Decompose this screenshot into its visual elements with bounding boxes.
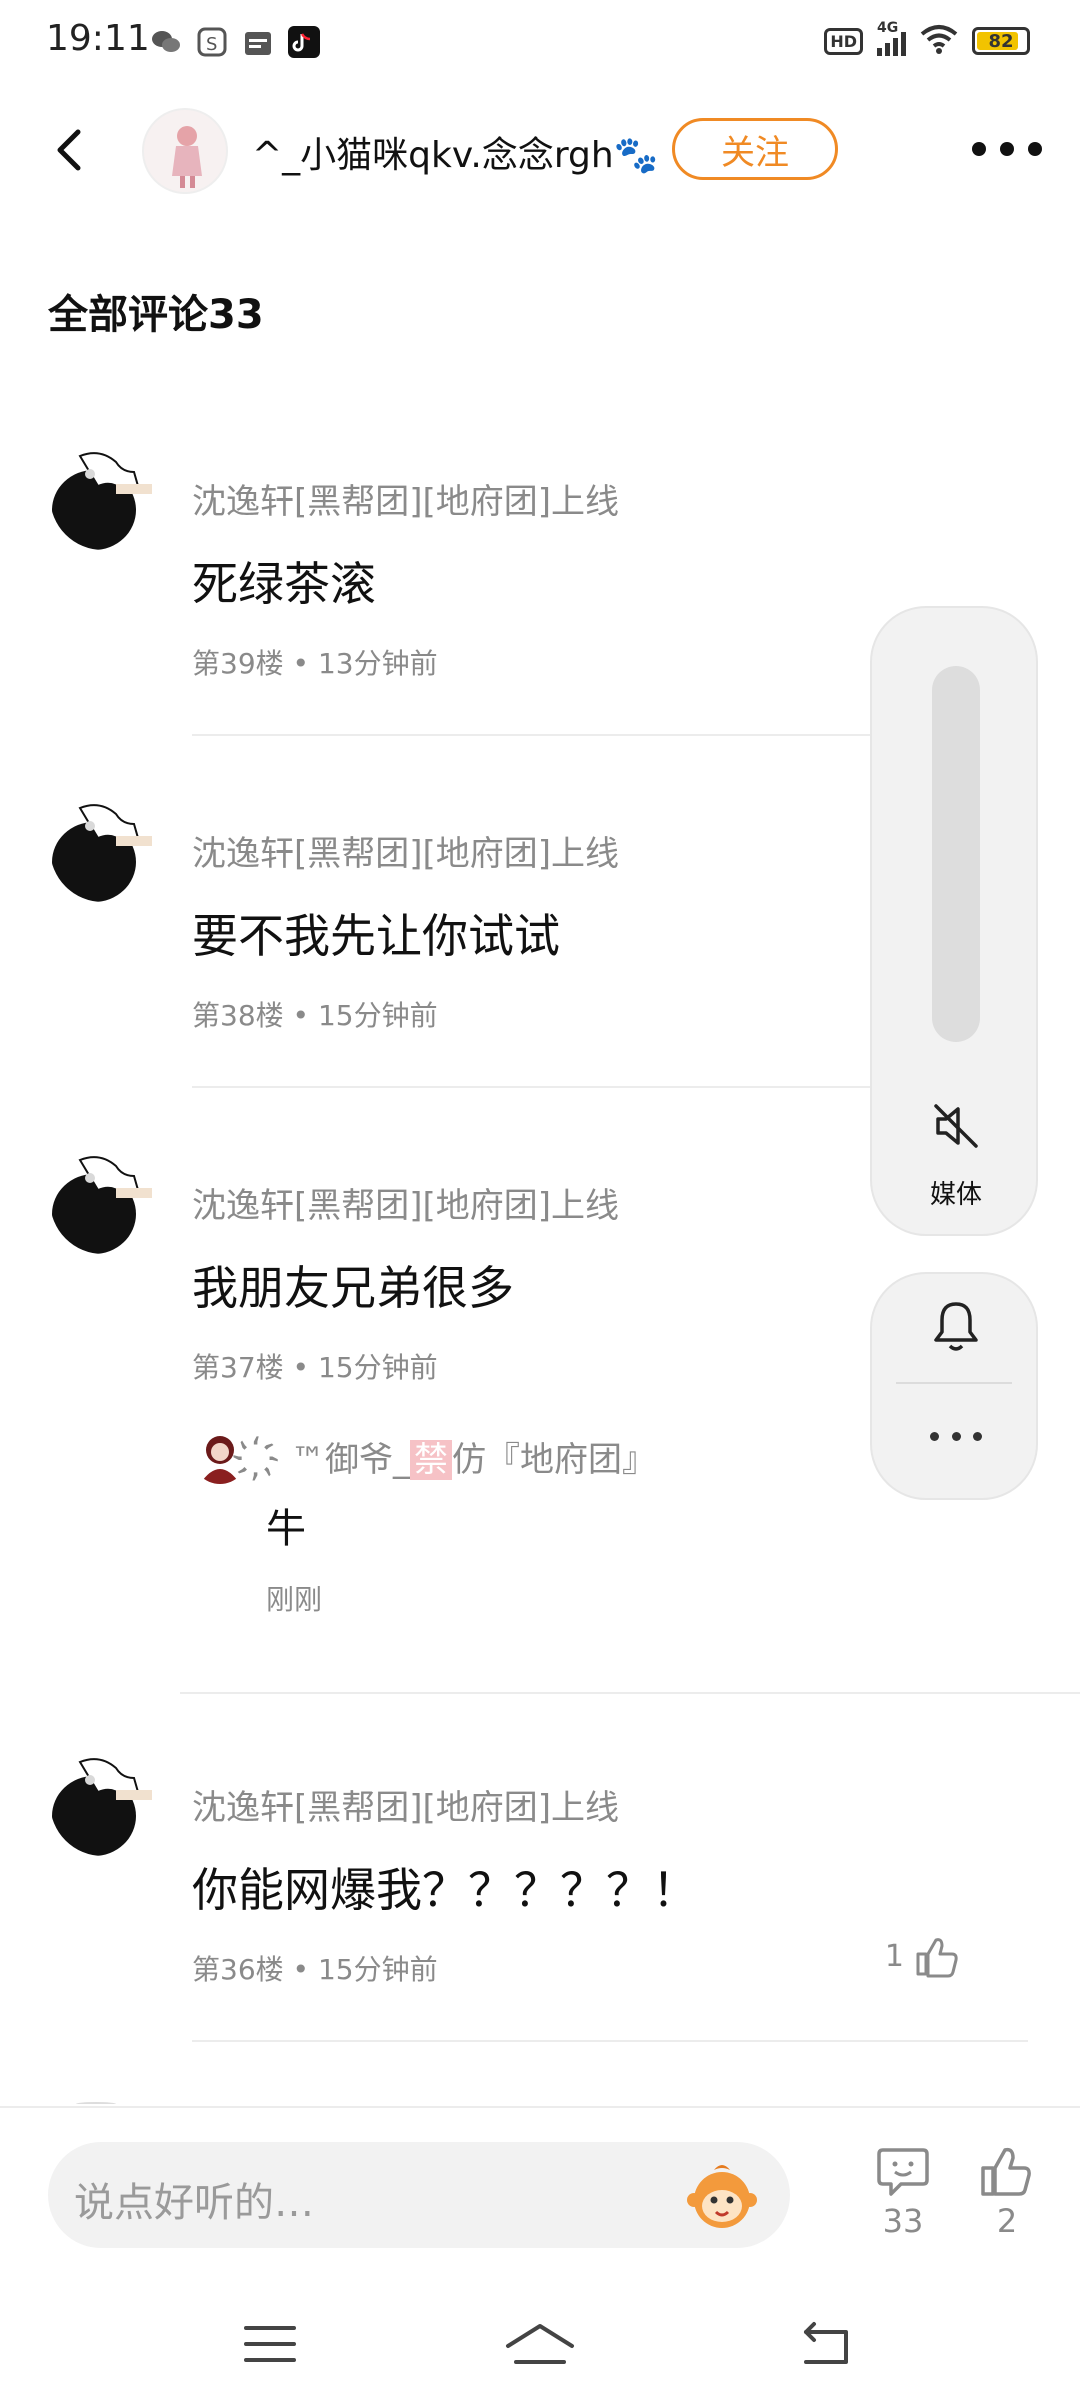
app-s-icon: S <box>196 26 228 58</box>
back-nav-button[interactable] <box>784 2316 864 2372</box>
replier-avatar[interactable] <box>192 1428 248 1484</box>
status-time: 19:11 <box>46 18 150 59</box>
comment-divider <box>180 1692 1080 1694</box>
comment-input-placeholder: 说点好听的… <box>74 2180 314 2226</box>
commenter-avatar[interactable] <box>50 444 156 550</box>
thumb-up-icon <box>916 1938 958 1978</box>
status-bar: 19:11 S HD 4G 82 <box>0 0 1080 84</box>
wechat-icon <box>150 26 182 58</box>
home-icon <box>506 2324 574 2364</box>
commenter-avatar[interactable] <box>50 1750 156 1856</box>
ringer-button[interactable] <box>930 1298 982 1354</box>
commenter-name[interactable]: 沈逸轩[黑帮团][地府团]上线 <box>192 1178 619 1227</box>
comment-meta: 第37楼 • 15分钟前 <box>192 1351 438 1384</box>
home-button[interactable] <box>500 2316 580 2372</box>
reply-text: 牛 <box>266 1506 306 1552</box>
post-like-button[interactable]: 2 <box>972 2144 1042 2240</box>
more-icon <box>930 1432 939 1441</box>
recent-apps-button[interactable] <box>230 2316 310 2372</box>
comment-meta: 第36楼 • 15分钟前 <box>192 1953 438 1986</box>
battery-indicator: 82 <box>972 27 1030 55</box>
follow-button[interactable]: 关注 <box>672 118 838 180</box>
more-options-button[interactable] <box>972 134 1042 164</box>
comment-input[interactable]: 说点好听的… <box>48 2142 790 2248</box>
commenter-name[interactable]: 沈逸轩[黑帮团][地府团]上线 <box>192 1780 619 1829</box>
post-like-count: 2 <box>996 2202 1018 2240</box>
thumb-up-icon <box>981 2147 1031 2196</box>
commenter-name[interactable]: 沈逸轩[黑帮团][地府团]上线 <box>192 474 619 523</box>
wifi-icon <box>920 24 958 58</box>
svg-text:S: S <box>206 34 217 55</box>
replier-name[interactable]: ҉ ™御爷_ 禁仿『地府团』 <box>266 1432 656 1481</box>
author-name[interactable]: ^_小猫咪qkv.念念rgh🐾 <box>252 126 658 178</box>
comment-meta: 第39楼 • 13分钟前 <box>192 647 438 680</box>
comment-like-button[interactable]: 1 <box>885 1934 960 1978</box>
commenter-avatar[interactable] <box>50 1148 156 1254</box>
sound-more-button[interactable] <box>930 1432 982 1444</box>
volume-label: 媒体 <box>929 1180 982 1210</box>
author-avatar[interactable] <box>142 108 228 194</box>
sound-options-panel <box>870 1272 1038 1500</box>
emoji-face-icon <box>687 2165 757 2228</box>
muted-speaker-icon <box>934 1104 978 1148</box>
comment-input-bar: 说点好听的… 33 2 <box>0 2106 1080 2276</box>
comment-text: 我朋友兄弟很多 <box>192 1261 514 1315</box>
comment-divider <box>192 1086 872 1088</box>
comments-section-title: 全部评论33 <box>48 292 264 338</box>
like-count: 1 <box>884 1938 904 1974</box>
comment-text: 你能网爆我？？？？？！ <box>192 1863 698 1917</box>
reply-item[interactable]: ҉ ™御爷_ 禁仿『地府团』 牛 刚刚 <box>192 1428 892 1628</box>
hd-badge: HD <box>824 27 863 55</box>
comments-count: 33 <box>882 2202 924 2240</box>
system-navigation-bar <box>0 2276 1080 2408</box>
comment-divider <box>192 734 872 736</box>
back-icon <box>57 129 81 171</box>
panel-divider <box>896 1382 1012 1384</box>
emoji-button[interactable] <box>684 2160 760 2232</box>
comment-text: 死绿茶滚 <box>192 557 376 611</box>
tiktok-icon <box>288 26 320 58</box>
comment-item[interactable]: 沈逸轩[黑帮团][地府团]上线 你能网爆我？？？？？！ 第36楼 • 15分钟前… <box>0 1750 1080 2042</box>
volume-slider[interactable] <box>932 666 980 1042</box>
comment-bubble-icon <box>877 2148 929 2196</box>
back-button[interactable] <box>44 124 96 176</box>
commenter-name[interactable]: 沈逸轩[黑帮团][地府团]上线 <box>192 826 619 875</box>
back-nav-icon <box>804 2322 848 2364</box>
volume-panel: 媒体 <box>870 606 1038 1236</box>
signal-icon: 4G <box>877 20 906 56</box>
bell-icon <box>934 1302 978 1351</box>
reply-time: 刚刚 <box>266 1583 323 1616</box>
mute-toggle[interactable] <box>928 1098 984 1154</box>
more-icon <box>972 142 986 156</box>
commenter-avatar[interactable] <box>50 796 156 902</box>
ban-badge: 禁 <box>410 1440 453 1480</box>
comment-divider <box>192 2040 1028 2042</box>
calendar-icon <box>242 26 274 58</box>
comment-meta: 第38楼 • 15分钟前 <box>192 999 438 1032</box>
comment-text: 要不我先让你试试 <box>192 909 560 963</box>
comments-count-button[interactable]: 33 <box>868 2144 938 2240</box>
menu-icon <box>244 2326 296 2362</box>
post-header: ^_小猫咪qkv.念念rgh🐾 关注 <box>0 100 1080 200</box>
